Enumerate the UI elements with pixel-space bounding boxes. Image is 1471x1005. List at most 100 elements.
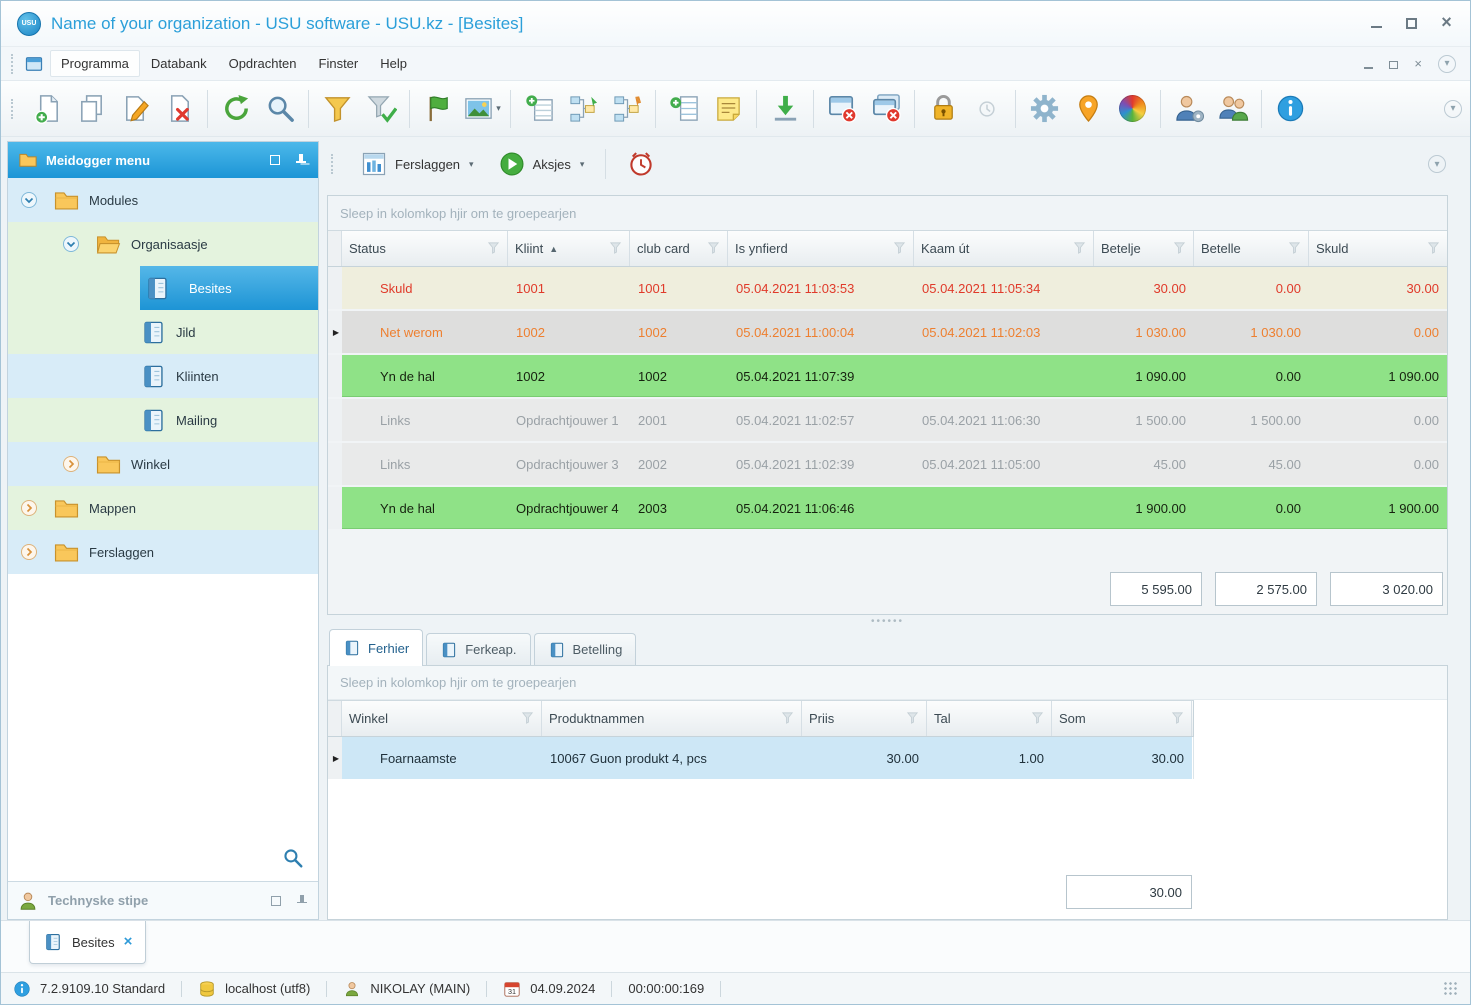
users-button[interactable] <box>1212 86 1254 132</box>
filter-icon[interactable] <box>609 241 622 257</box>
menubar-overflow-icon[interactable]: ▾ <box>1438 55 1456 73</box>
pin-icon[interactable] <box>294 153 308 167</box>
filter-icon[interactable] <box>906 711 919 727</box>
column-header-som[interactable]: Som <box>1052 701 1192 736</box>
refresh-button[interactable] <box>215 86 257 132</box>
close-all-windows-button[interactable] <box>865 86 907 132</box>
menu-item-help[interactable]: Help <box>369 50 418 77</box>
column-header-tal[interactable]: Tal <box>927 701 1052 736</box>
collapse-tree-button[interactable] <box>606 86 648 132</box>
image-button[interactable]: ▾ <box>461 86 503 132</box>
tree-item-besites[interactable]: Besites <box>8 266 318 310</box>
view-toolbar-drag-handle[interactable] <box>331 154 336 174</box>
copy-button[interactable] <box>70 86 112 132</box>
filter-icon[interactable] <box>1171 711 1184 727</box>
filter-icon[interactable] <box>1288 241 1301 257</box>
column-header-winkel[interactable]: Winkel <box>342 701 542 736</box>
horizontal-splitter[interactable]: •••••• <box>327 615 1448 628</box>
resize-grip[interactable] <box>1443 981 1458 996</box>
tree-search-button[interactable] <box>282 847 304 869</box>
mdi-restore-button[interactable] <box>1389 59 1398 69</box>
menubar-drag-handle[interactable] <box>11 54 16 74</box>
filter-icon[interactable] <box>1173 241 1186 257</box>
tree-item-mailing[interactable]: Mailing <box>8 398 318 442</box>
filter-button[interactable] <box>316 86 358 132</box>
table-row[interactable]: Yn de hal 1002 1002 05.04.2021 11:07:39 … <box>328 355 1447 397</box>
toolbar-drag-handle[interactable] <box>11 99 16 119</box>
float-panel-icon[interactable] <box>269 894 283 908</box>
detail-table-row-current[interactable]: ▶ Foarnaamste 10067 Guon produkt 4, pcs … <box>328 737 1194 779</box>
table-row[interactable]: Yn de hal Opdrachtjouwer 4 2003 05.04.20… <box>328 487 1447 529</box>
filter-icon[interactable] <box>1073 241 1086 257</box>
lock-button[interactable] <box>922 86 964 132</box>
float-panel-icon[interactable] <box>268 153 282 167</box>
table-row[interactable]: Links Opdrachtjouwer 1 2001 05.04.2021 1… <box>328 399 1447 441</box>
recent-button[interactable] <box>966 86 1008 132</box>
sidebar-header[interactable]: Meidogger menu <box>8 142 318 178</box>
close-window-button[interactable] <box>821 86 863 132</box>
view-toolbar-overflow-icon[interactable]: ▾ <box>1428 155 1446 173</box>
column-header-produktnammen[interactable]: Produktnammen <box>542 701 802 736</box>
tree-item-kliinten[interactable]: Kliinten <box>8 354 318 398</box>
column-header-kliint[interactable]: Kliint ▲ <box>508 231 630 266</box>
column-header-skuld[interactable]: Skuld <box>1309 231 1447 266</box>
column-header-priis[interactable]: Priis <box>802 701 927 736</box>
column-header-kaam-ut[interactable]: Kaam út <box>914 231 1094 266</box>
menu-item-programma[interactable]: Programma <box>50 50 140 77</box>
user-permissions-button[interactable] <box>1168 86 1210 132</box>
export-download-button[interactable] <box>764 86 806 132</box>
tree-item-organisaasje[interactable]: Organisaasje <box>8 222 318 266</box>
chevron-right-icon[interactable] <box>20 499 38 517</box>
group-by-area[interactable]: Sleep in kolomkop hjir om te groepearjen <box>328 666 1447 700</box>
actions-dropdown-button[interactable]: Aksjes ▾ <box>490 145 593 183</box>
column-header-status[interactable]: Status <box>342 231 508 266</box>
menu-item-opdrachten[interactable]: Opdrachten <box>218 50 308 77</box>
close-tab-icon[interactable]: × <box>124 936 133 948</box>
filter-icon[interactable] <box>781 711 794 727</box>
delete-button[interactable] <box>158 86 200 132</box>
settings-button[interactable] <box>1023 86 1065 132</box>
expand-tree-button[interactable] <box>562 86 604 132</box>
mdi-minimize-button[interactable] <box>1364 59 1373 69</box>
menu-item-finster[interactable]: Finster <box>308 50 370 77</box>
filter-icon[interactable] <box>707 241 720 257</box>
location-button[interactable] <box>1067 86 1109 132</box>
tab-betelling[interactable]: Betelling <box>534 633 637 665</box>
info-button[interactable] <box>1269 86 1311 132</box>
add-row-button[interactable] <box>663 86 705 132</box>
table-row[interactable]: Links Opdrachtjouwer 3 2002 05.04.2021 1… <box>328 443 1447 485</box>
tree-item-ferslaggen[interactable]: Ferslaggen <box>8 530 318 574</box>
menu-item-databank[interactable]: Databank <box>140 50 218 77</box>
tree-item-winkel[interactable]: Winkel <box>8 442 318 486</box>
filter-icon[interactable] <box>521 711 534 727</box>
new-node-button[interactable] <box>518 86 560 132</box>
tree-item-mappen[interactable]: Mappen <box>8 486 318 530</box>
support-panel-header[interactable]: Technyske stipe <box>8 881 318 919</box>
chevron-right-icon[interactable] <box>62 455 80 473</box>
search-button[interactable] <box>259 86 301 132</box>
filter-icon[interactable] <box>893 241 906 257</box>
document-tab-besites[interactable]: Besites × <box>29 921 146 964</box>
toolbar-overflow-icon[interactable]: ▾ <box>1444 100 1462 118</box>
tree-selected-item[interactable]: Besites <box>140 266 318 310</box>
chevron-right-icon[interactable] <box>20 543 38 561</box>
column-header-is-ynfierd[interactable]: Is ynfierd <box>728 231 914 266</box>
notes-button[interactable] <box>707 86 749 132</box>
filter-icon[interactable] <box>1427 241 1440 257</box>
tree-item-modules[interactable]: Modules <box>8 178 318 222</box>
column-header-betelje[interactable]: Betelje <box>1094 231 1194 266</box>
tab-ferkeap[interactable]: Ferkeap. <box>426 633 530 665</box>
maximize-button[interactable] <box>1404 16 1419 31</box>
mdi-close-button[interactable]: × <box>1414 58 1422 70</box>
column-header-club-card[interactable]: club card <box>630 231 728 266</box>
close-button[interactable]: × <box>1439 16 1454 31</box>
column-header-betelle[interactable]: Betelle <box>1194 231 1309 266</box>
filter-icon[interactable] <box>487 241 500 257</box>
tree-item-jild[interactable]: Jild <box>8 310 318 354</box>
tab-ferhier[interactable]: Ferhier <box>329 629 423 666</box>
flag-button[interactable] <box>417 86 459 132</box>
reports-dropdown-button[interactable]: Ferslaggen ▾ <box>352 145 482 183</box>
table-row[interactable]: Skuld 1001 1001 05.04.2021 11:03:53 05.0… <box>328 267 1447 309</box>
new-document-button[interactable] <box>26 86 68 132</box>
chevron-down-icon[interactable] <box>20 191 38 209</box>
